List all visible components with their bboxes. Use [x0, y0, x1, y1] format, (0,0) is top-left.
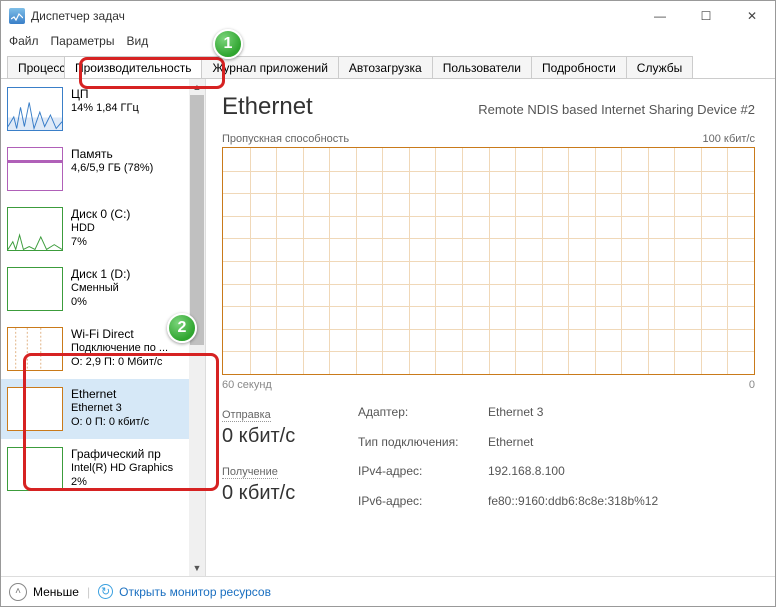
- chart-ymax: 100 кбит/с: [702, 133, 755, 145]
- open-resource-monitor-link[interactable]: ↻ Открыть монитор ресурсов: [98, 584, 271, 599]
- gpu-sparkline-icon: [7, 447, 63, 491]
- tab-details[interactable]: Подробности: [531, 56, 627, 78]
- send-value: 0 кбит/с: [222, 425, 334, 448]
- gpu-sub: Intel(R) HD Graphics: [71, 462, 173, 476]
- titlebar: Диспетчер задач — ☐ ✕: [1, 1, 775, 31]
- ethernet-sparkline-icon: [7, 387, 63, 431]
- recv-label: Получение: [222, 466, 278, 479]
- ipv6-lbl: IPv6-адрес:: [358, 494, 488, 520]
- adapter-lbl: Адаптер:: [358, 405, 488, 431]
- ipv4-lbl: IPv4-адрес:: [358, 464, 488, 490]
- annotation-badge-1: 1: [213, 29, 243, 59]
- adapter-name: Remote NDIS based Internet Sharing Devic…: [478, 102, 755, 117]
- ipv6-val: fe80::9160:ddb6:8c8e:318b%12: [488, 494, 658, 520]
- cpu-sparkline-icon: [7, 87, 63, 131]
- wifi-sub: Подключение по ...: [71, 342, 168, 356]
- scroll-down-icon[interactable]: ▼: [189, 560, 205, 576]
- send-label: Отправка: [222, 409, 271, 422]
- resource-monitor-icon: ↻: [98, 584, 113, 599]
- memory-title: Память: [71, 147, 153, 162]
- tab-processes[interactable]: Процессы: [7, 56, 65, 78]
- gpu-title: Графический пр: [71, 447, 173, 462]
- x-right: 0: [749, 379, 755, 391]
- ipv4-val: 192.168.8.100: [488, 464, 658, 490]
- tab-services[interactable]: Службы: [626, 56, 693, 78]
- recv-value: 0 кбит/с: [222, 482, 334, 505]
- disk1-title: Диск 1 (D:): [71, 267, 130, 282]
- maximize-button[interactable]: ☐: [683, 1, 729, 31]
- disk0-sparkline-icon: [7, 207, 63, 251]
- menu-view[interactable]: Вид: [126, 34, 148, 48]
- chart-label: Пропускная способность: [222, 133, 349, 145]
- tab-startup[interactable]: Автозагрузка: [338, 56, 433, 78]
- memory-sparkline-icon: [7, 147, 63, 191]
- wifi-title: Wi-Fi Direct: [71, 327, 168, 342]
- disk1-pct: 0%: [71, 296, 130, 310]
- menu-options[interactable]: Параметры: [51, 34, 115, 48]
- eth-title: Ethernet: [71, 387, 149, 402]
- sidebar-item-ethernet[interactable]: EthernetEthernet 3О: 0 П: 0 кбит/с: [1, 379, 205, 439]
- sidebar-item-cpu[interactable]: ЦП14% 1,84 ГГц: [1, 79, 205, 139]
- disk0-title: Диск 0 (C:): [71, 207, 130, 222]
- disk0-pct: 7%: [71, 236, 130, 250]
- type-val: Ethernet: [488, 435, 658, 461]
- sidebar-item-gpu[interactable]: Графический прIntel(R) HD Graphics2%: [1, 439, 205, 499]
- tab-users[interactable]: Пользователи: [432, 56, 532, 78]
- tab-performance[interactable]: Производительность: [64, 56, 202, 78]
- footer: ˄ Меньше | ↻ Открыть монитор ресурсов: [1, 576, 775, 606]
- sidebar-item-disk0[interactable]: Диск 0 (C:)HDD7%: [1, 199, 205, 259]
- fewer-details-button[interactable]: ˄ Меньше: [9, 583, 79, 601]
- gpu-pct: 2%: [71, 476, 173, 490]
- menubar: Файл Параметры Вид: [1, 31, 775, 51]
- disk0-sub: HDD: [71, 222, 130, 236]
- x-left: 60 секунд: [222, 379, 272, 391]
- fewer-details-label: Меньше: [33, 585, 79, 599]
- cpu-line: 14% 1,84 ГГц: [71, 102, 139, 116]
- type-lbl: Тип подключения:: [358, 435, 488, 461]
- scroll-up-icon[interactable]: ▲: [189, 79, 205, 95]
- eth-sub: Ethernet 3: [71, 402, 149, 416]
- wifi-sparkline-icon: [7, 327, 63, 371]
- throughput-chart: [222, 147, 755, 375]
- page-title: Ethernet: [222, 93, 313, 121]
- disk1-sub: Сменный: [71, 282, 130, 296]
- memory-line: 4,6/5,9 ГБ (78%): [71, 162, 153, 176]
- annotation-badge-2: 2: [167, 313, 197, 343]
- scroll-thumb[interactable]: [190, 95, 204, 345]
- cpu-title: ЦП: [71, 87, 139, 102]
- wifi-rate: О: 2,9 П: 0 Мбит/с: [71, 356, 168, 370]
- connection-info: Адаптер:Ethernet 3 Тип подключения:Ether…: [358, 405, 658, 519]
- window-title: Диспетчер задач: [31, 9, 125, 23]
- tabs: Процессы Производительность Журнал прило…: [1, 51, 775, 79]
- chevron-up-icon: ˄: [9, 583, 27, 601]
- disk1-sparkline-icon: [7, 267, 63, 311]
- sidebar-item-memory[interactable]: Память4,6/5,9 ГБ (78%): [1, 139, 205, 199]
- taskmgr-icon: [9, 8, 25, 24]
- eth-rate: О: 0 П: 0 кбит/с: [71, 416, 149, 430]
- tab-app-history[interactable]: Журнал приложений: [201, 56, 338, 78]
- resmon-label: Открыть монитор ресурсов: [119, 585, 271, 599]
- menu-file[interactable]: Файл: [9, 34, 39, 48]
- sidebar-item-disk1[interactable]: Диск 1 (D:)Сменный0%: [1, 259, 205, 319]
- minimize-button[interactable]: —: [637, 1, 683, 31]
- close-button[interactable]: ✕: [729, 1, 775, 31]
- main-panel: Ethernet Remote NDIS based Internet Shar…: [206, 79, 775, 576]
- adapter-val: Ethernet 3: [488, 405, 658, 431]
